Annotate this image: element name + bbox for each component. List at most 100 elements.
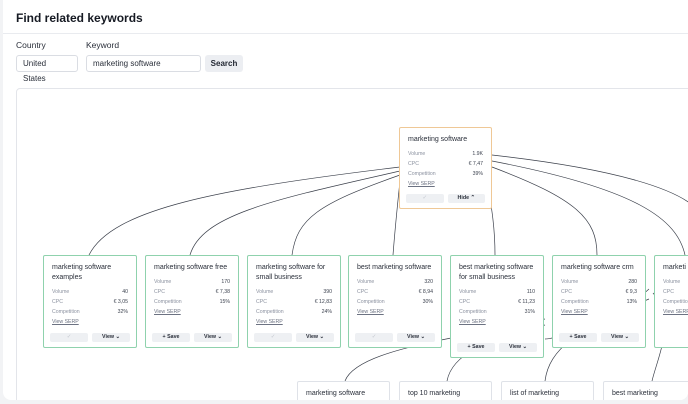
hide-button[interactable]: Hide ⌃	[447, 194, 485, 203]
metric-cpc: CPC	[663, 287, 688, 297]
keyword-text: best marketing software	[357, 264, 432, 271]
search-button[interactable]: Search	[205, 55, 243, 72]
save-button[interactable]: + Save	[457, 343, 495, 352]
view-label: View	[306, 334, 319, 340]
save-button[interactable]: + Save	[559, 333, 597, 342]
plus-icon: +	[569, 334, 573, 340]
keyword-text: marketing software examples	[52, 264, 112, 281]
competition-label: Competition	[154, 299, 182, 305]
metric-cpc: CPC € 3,05	[52, 297, 128, 307]
view-serp-link[interactable]: View SERP	[561, 308, 637, 317]
competition-label: Competition	[52, 309, 80, 315]
plus-icon: +	[162, 334, 166, 340]
keyword-card-root: marketing software Volume 1.9K CPC € 7,47 …	[399, 127, 492, 209]
keyword-card: top 10 marketing	[399, 381, 492, 400]
keyword-tree-canvas[interactable]: marketing software Volume 1.9K CPC € 7,47 …	[16, 88, 688, 400]
metric-competition: Competition	[663, 297, 688, 307]
saved-check-icon: ✓	[355, 333, 393, 342]
volume-label: Volume	[256, 289, 274, 295]
card-actions: ✓ View ⌄	[355, 333, 435, 342]
view-label: View	[611, 334, 624, 340]
metric-volume: Volume	[663, 277, 688, 287]
metric-volume: Volume 110	[459, 287, 535, 297]
competition-value: 31%	[524, 309, 535, 315]
metric-volume: Volume 170	[154, 277, 230, 287]
view-button[interactable]: View ⌄	[601, 333, 639, 342]
keyword-text: top 10 marketing	[408, 390, 461, 397]
cpc-label: CPC	[256, 299, 267, 305]
metric-competition: Competition 39%	[408, 169, 483, 179]
metric-volume: Volume 390	[256, 287, 332, 297]
keyword-input[interactable]: marketing software	[86, 55, 201, 72]
keyword-card: marketing software	[297, 381, 390, 400]
save-label: Save	[472, 344, 485, 350]
saved-check-icon: ✓	[50, 333, 88, 342]
volume-value: 390	[323, 289, 332, 295]
keyword-text: marketing software	[408, 136, 468, 143]
card-actions: ✓ Hide ⌃	[406, 194, 485, 203]
view-label: View	[102, 334, 115, 340]
keyword-card: best marketing software Volume 320 CPC € 8…	[348, 255, 442, 348]
edge	[291, 174, 401, 256]
cpc-label: CPC	[154, 289, 165, 295]
view-label: View	[204, 334, 217, 340]
view-serp-link[interactable]: View SERP	[663, 308, 688, 317]
view-serp-link[interactable]: View SERP	[357, 308, 433, 317]
cpc-value: € 9,3	[625, 289, 637, 295]
cpc-value: € 8,94	[418, 289, 433, 295]
saved-check-icon: ✓	[406, 194, 444, 203]
competition-value: 24%	[321, 309, 332, 315]
keyword-text: marketi compan	[663, 264, 688, 271]
volume-label: Volume	[357, 279, 375, 285]
view-button[interactable]: View ⌄	[194, 333, 232, 342]
cpc-value: € 7,47	[468, 161, 483, 167]
volume-label: Volume	[408, 151, 426, 157]
volume-label: Volume	[663, 279, 681, 285]
keyword-text: marketing software free	[154, 264, 228, 271]
cpc-value: € 11,23	[518, 299, 535, 305]
metric-cpc: CPC € 7,47	[408, 159, 483, 169]
volume-value: 40	[122, 289, 128, 295]
card-actions: ✓ View ⌄	[254, 333, 334, 342]
card-actions: + Save View ⌄	[559, 333, 639, 342]
saved-check-icon: ✓	[254, 333, 292, 342]
save-label: Save	[167, 334, 180, 340]
keyword-card: marketing software examples Volume 40 CPC…	[43, 255, 137, 348]
card-actions: + Save View ⌄	[457, 343, 537, 352]
metric-competition: Competition 30%	[357, 297, 433, 307]
volume-value: 170	[221, 279, 230, 285]
keyword-card: marketing software free Volume 170 CPC € 7…	[145, 255, 239, 348]
view-serp-link[interactable]: View SERP	[408, 180, 483, 189]
edge	[491, 160, 686, 256]
country-select[interactable]: United States	[16, 55, 78, 83]
metric-volume: Volume 280	[561, 277, 637, 287]
keyword-text: marketing software for small business	[256, 264, 326, 281]
edge	[491, 166, 598, 256]
view-button[interactable]: View ⌄	[499, 343, 537, 352]
volume-value: 1.9K	[472, 151, 483, 157]
cpc-label: CPC	[357, 289, 368, 295]
competition-value: 39%	[472, 171, 483, 177]
volume-label: Volume	[52, 289, 70, 295]
card-actions: ✓ View ⌄	[50, 333, 130, 342]
view-serp-link[interactable]: View SERP	[154, 308, 230, 317]
metric-volume: Volume 320	[357, 277, 433, 287]
cpc-label: CPC	[408, 161, 419, 167]
cpc-value: € 12,83	[314, 299, 332, 305]
view-button[interactable]: View ⌄	[296, 333, 334, 342]
metric-volume: Volume 1.9K	[408, 149, 483, 159]
save-button[interactable]: + Save	[152, 333, 190, 342]
metric-cpc: CPC € 7,38	[154, 287, 230, 297]
view-serp-link[interactable]: View SERP	[459, 318, 535, 327]
metric-competition: Competition 24%	[256, 307, 332, 317]
view-button[interactable]: View ⌄	[92, 333, 130, 342]
volume-label: Volume	[154, 279, 172, 285]
plus-icon: +	[467, 344, 471, 350]
chevron-down-icon: ⌄	[115, 334, 120, 340]
view-serp-link[interactable]: View SERP	[256, 318, 332, 327]
save-label: Save	[574, 334, 587, 340]
view-button[interactable]: View ⌄	[397, 333, 435, 342]
view-serp-link[interactable]: View SERP	[52, 318, 128, 327]
keyword-card-partial: marketi compan Volume CPC Competition Vi…	[654, 255, 688, 348]
metric-cpc: CPC € 8,94	[357, 287, 433, 297]
